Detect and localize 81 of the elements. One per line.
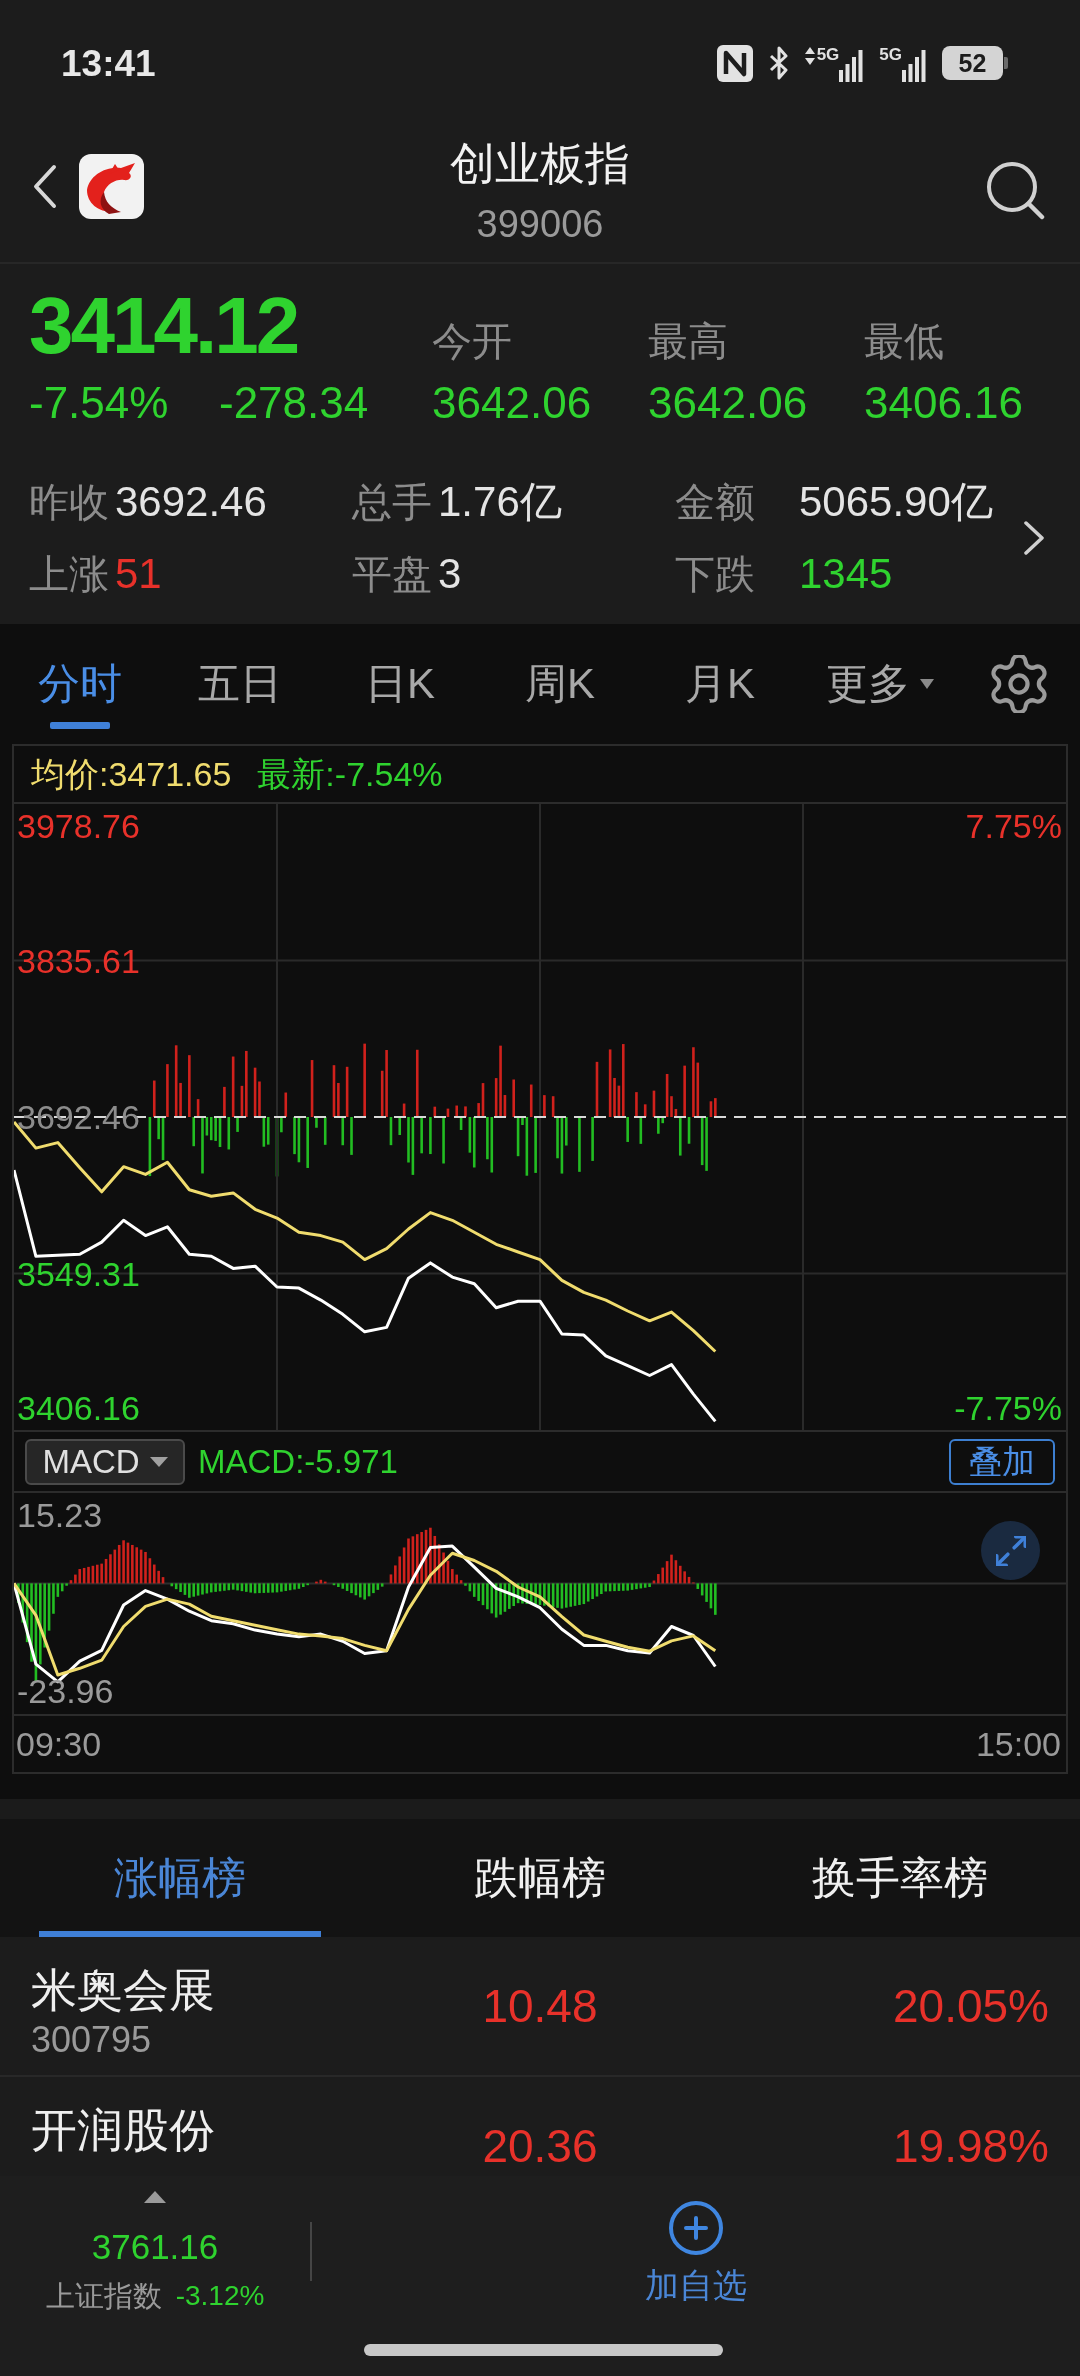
more-details-button[interactable] [1022,520,1046,556]
caret-up-icon[interactable] [144,2191,166,2203]
nfc-icon [716,44,753,82]
detail-label: 总手 [352,479,432,526]
index-code: 399006 [476,202,604,246]
stat-label: 最高 [648,318,729,365]
index-change: -3.12% [175,2279,265,2313]
detail-label: 上涨 [29,551,109,598]
stat-label: 最低 [864,318,944,365]
add-to-watchlist-button[interactable]: 加自选 [645,2201,747,2376]
stock-name: 开润股份 [31,2103,215,2158]
network-type-label: 5G [879,46,902,63]
chart-period-tab[interactable]: 五日 [160,639,320,729]
price-axis-label: 3978.76 [17,807,140,845]
change-percent: -7.54% [29,379,170,427]
index-name: 上证指数 [45,2279,162,2314]
detail-value: 3 [438,550,462,598]
price-axis-label: 3406.16 [17,1389,140,1427]
back-icon [31,164,57,209]
expand-icon [995,1535,1026,1566]
settings-icon [990,655,1048,713]
detail-label: 昨收 [29,479,109,526]
caret-down-icon [920,679,934,689]
overlay-button[interactable]: 叠加 [949,1438,1055,1485]
signal-icon [902,48,926,82]
percent-axis-label: -7.75% [954,1389,1062,1427]
caret-down-icon [149,1456,168,1467]
stat-value: 3642.06 [432,379,592,427]
stock-price: 10.48 [482,1983,598,2029]
stock-code: 300795 [31,2018,152,2062]
percent-axis-label: 7.75% [965,807,1062,845]
volume-bar [543,1095,546,1117]
price-axis-label: 3835.61 [17,941,140,980]
detail-value: 51 [115,550,162,598]
stock-name: 米奥会展 [31,1963,215,2018]
chevron-right-icon [1023,521,1045,555]
chart-period-tab[interactable]: 日K [320,639,480,729]
detail-label: 金额 [675,479,756,526]
stat-label: 今开 [432,318,513,365]
change-amount: -278.34 [219,379,369,427]
current-price: 3414.12 [29,286,298,366]
stat-value: 3642.06 [648,379,808,427]
bluetooth-icon [768,46,789,80]
macd-axis-label: -23.96 [17,1672,114,1710]
plus-circle-icon [669,2201,723,2255]
macd-reading: MACD:-5.971 [198,1445,398,1478]
signal-icon [839,48,864,82]
volume-bar [578,1117,581,1172]
chart-period-tab[interactable]: 月K [640,639,800,729]
chart-period-tab[interactable]: 分时 [0,639,160,729]
stock-change: 19.98% [893,2123,1049,2169]
page-title: 创业板指 [450,138,630,190]
macd-axis-label: 15.23 [17,1496,103,1534]
stock-change: 20.05% [893,1983,1049,2029]
stat-value: 3406.16 [864,379,1024,427]
detail-value: 1.76亿 [438,478,562,526]
index-price: 3761.16 [91,2226,219,2268]
detail-value: 3692.46 [115,478,267,526]
chart-period-tab[interactable]: 更多 [800,639,960,729]
detail-value: 5065.90亿 [799,478,993,526]
volume-bar [323,1117,327,1145]
battery-percentage: 52 [958,50,987,76]
time-label: 09:30 [16,1727,102,1761]
network-type-label: 5G [816,46,840,63]
chart-period-tab[interactable]: 周K [480,639,640,729]
ranking-tab[interactable]: 涨幅榜 [0,1819,360,1937]
search-button[interactable] [985,160,1045,220]
ranking-tab[interactable]: 换手率榜 [720,1819,1080,1937]
time-label: 15:00 [975,1727,1061,1761]
search-icon [985,160,1045,220]
price-axis-label: 3549.31 [17,1254,140,1293]
detail-value: 1345 [799,550,893,598]
detail-label: 平盘 [352,551,432,598]
ranking-tab[interactable]: 跌幅榜 [360,1819,720,1937]
status-time: 13:41 [61,44,156,82]
legend-label: 最新:-7.54% [257,757,443,791]
dolphin-logo-icon[interactable] [79,154,144,219]
detail-label: 下跌 [675,551,756,598]
stock-price: 20.36 [482,2123,598,2169]
legend-label: 均价:3471.65 [31,757,232,791]
indicator-dropdown[interactable]: MACD [25,1438,185,1485]
